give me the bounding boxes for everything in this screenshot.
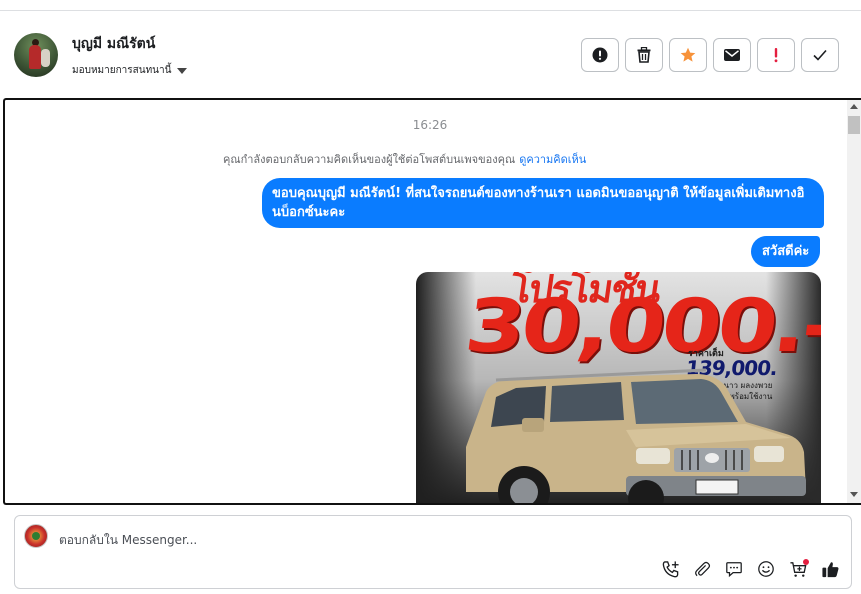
reply-composer bbox=[14, 515, 852, 589]
scroll-down-arrow-icon[interactable] bbox=[850, 492, 858, 497]
emoji-button[interactable] bbox=[755, 558, 777, 580]
cart-button[interactable] bbox=[787, 558, 809, 580]
check-icon bbox=[813, 49, 827, 61]
delete-button[interactable] bbox=[625, 38, 663, 72]
notification-dot bbox=[803, 559, 809, 565]
trash-icon bbox=[637, 47, 651, 63]
message-bubble[interactable]: ขอบคุณบุญมี มณีรัตน์! ที่สนใจรถยนต์ของทา… bbox=[262, 178, 824, 228]
page-avatar bbox=[24, 524, 48, 548]
view-comment-link[interactable]: ดูความคิดเห็น bbox=[519, 153, 586, 166]
notice-text: คุณกำลังตอบกลับความคิดเห็นของผู้ใช้ต่อโพ… bbox=[223, 153, 516, 166]
composer-tools bbox=[659, 558, 841, 580]
like-button[interactable] bbox=[819, 558, 841, 580]
contact-name[interactable]: บุญมี มณีรัตน์ bbox=[72, 33, 155, 55]
done-button[interactable] bbox=[801, 38, 839, 72]
spam-button[interactable] bbox=[581, 38, 619, 72]
assign-label: มอบหมายการสนทนานี้ bbox=[72, 65, 172, 76]
mark-unread-button[interactable] bbox=[713, 38, 751, 72]
envelope-icon bbox=[724, 49, 740, 61]
scroll-up-arrow-icon[interactable] bbox=[850, 104, 858, 109]
reply-context-notice: คุณกำลังตอบกลับความคิดเห็นของผู้ใช้ต่อโพ… bbox=[223, 150, 586, 168]
header-actions bbox=[581, 38, 839, 72]
saved-replies-button[interactable] bbox=[723, 558, 745, 580]
emoji-icon bbox=[758, 561, 774, 577]
reply-input[interactable] bbox=[59, 531, 559, 549]
follow-up-button[interactable] bbox=[757, 38, 795, 72]
conversation-scrollbar[interactable] bbox=[847, 100, 861, 503]
car-photo[interactable]: โปรโมชั่น 30,000.- ราคาเต็ม 139,000. แอร… bbox=[416, 272, 821, 503]
scroll-thumb[interactable] bbox=[848, 116, 860, 134]
contact-avatar[interactable] bbox=[14, 33, 58, 77]
alert-circle-icon bbox=[592, 47, 608, 63]
car-illustration bbox=[466, 368, 806, 503]
caret-down-icon bbox=[177, 67, 188, 74]
assign-conversation-dropdown[interactable]: มอบหมายการสนทนานี้ bbox=[72, 63, 188, 78]
message-bubble[interactable]: สวัสดีค่ะ bbox=[751, 236, 821, 267]
conversation-header: บุญมี มณีรัตน์ มอบหมายการสนทนานี้ bbox=[0, 11, 861, 98]
exclamation-icon bbox=[774, 48, 778, 63]
paperclip-icon bbox=[695, 561, 711, 577]
phone-add-button[interactable] bbox=[659, 558, 681, 580]
star-icon bbox=[680, 47, 696, 62]
chat-bubble-icon bbox=[726, 562, 742, 578]
message-timestamp: 16:26 bbox=[412, 118, 448, 132]
thumbs-up-icon bbox=[821, 561, 838, 577]
star-button[interactable] bbox=[669, 38, 707, 72]
conversation-panel[interactable]: 16:26 คุณกำลังตอบกลับความคิดเห็นของผู้ใช… bbox=[3, 98, 861, 505]
attach-button[interactable] bbox=[691, 558, 713, 580]
phone-add-icon bbox=[662, 560, 679, 577]
